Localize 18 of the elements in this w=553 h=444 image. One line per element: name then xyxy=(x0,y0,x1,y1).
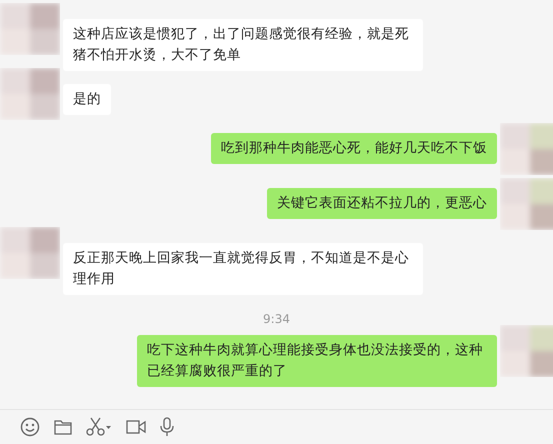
microphone-icon[interactable] xyxy=(160,417,174,438)
avatar[interactable] xyxy=(0,68,60,120)
avatar[interactable] xyxy=(500,325,553,377)
avatar[interactable] xyxy=(500,123,553,175)
message-bubble: 反正那天晚上回家我一直就觉得反胃，不知道是不是心理作用 xyxy=(63,243,423,295)
scissors-icon[interactable] xyxy=(86,417,112,438)
message-bubble: 这种店应该是惯犯了，出了问题感觉很有经验，就是死猪不怕开水烫，大不了免单 xyxy=(63,19,423,71)
avatar[interactable] xyxy=(500,178,553,230)
avatar[interactable] xyxy=(0,227,60,279)
video-call-icon[interactable] xyxy=(126,419,146,436)
message-bubble: 吃到那种牛肉能恶心死，能好几天吃不下饭 xyxy=(211,133,497,164)
message-bubble: 关键它表面还粘不拉几的，更恶心 xyxy=(267,188,497,219)
folder-icon[interactable] xyxy=(54,419,72,436)
message-bubble: 是的 xyxy=(63,84,111,115)
message-bubble: 吃下这种牛肉就算心理能接受身体也没法接受的，这种已经算腐败很严重的了 xyxy=(137,335,497,387)
emoji-icon[interactable] xyxy=(20,417,40,438)
avatar[interactable] xyxy=(0,3,60,55)
timestamp: 9:34 xyxy=(263,312,290,326)
